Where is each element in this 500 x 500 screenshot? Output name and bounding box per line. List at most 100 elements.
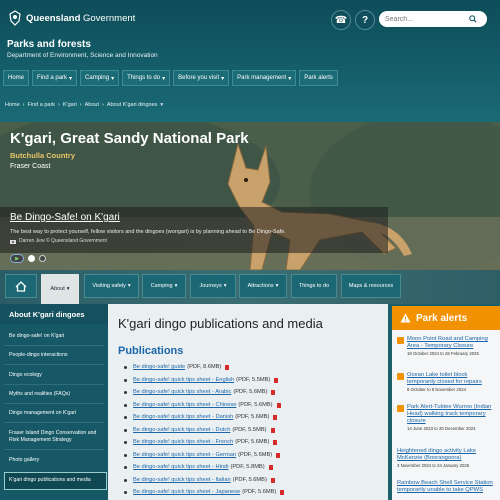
publication-link[interactable]: Be dingo-safe! quick tips sheet - Danish <box>133 414 233 420</box>
play-pause-button[interactable]: ▶ <box>10 254 24 263</box>
sidebar-divider <box>4 449 104 450</box>
bullet <box>124 478 127 482</box>
bullet <box>124 453 127 457</box>
sidebar-divider <box>4 364 104 365</box>
publication-link[interactable]: Be dingo-safe! quick tips sheet - Chines… <box>133 402 236 408</box>
search-icon[interactable] <box>469 15 477 23</box>
pdf-icon <box>280 489 285 495</box>
chevron-down-icon: ▾ <box>288 75 292 82</box>
hero-caption-text: The best way to protect yourself, fellow… <box>10 229 286 235</box>
publication-link[interactable]: Be dingo-safe! quick tips sheet - Hindi <box>133 464 228 470</box>
sidebar-item-ecology[interactable]: Dingo ecology <box>9 372 105 379</box>
sidebar-item-management[interactable]: Dingo management on K'gari <box>9 410 105 417</box>
sidebar-heading[interactable]: About K'gari dingoes <box>0 304 108 324</box>
carousel-dot[interactable] <box>39 255 46 262</box>
alert-item[interactable]: Heightened dingo activity Lake McKenzie … <box>397 448 497 468</box>
subnav-maps-resources[interactable]: Maps & resources <box>341 274 401 298</box>
list-item: Be dingo-safe! quick tips sheet - French… <box>124 439 278 445</box>
chevron-down-icon: ▾ <box>160 102 164 108</box>
park-home-button[interactable] <box>5 274 37 298</box>
search-box[interactable] <box>379 11 487 27</box>
sidebar-divider <box>4 345 104 346</box>
site-subtitle: Department of Environment, Science and I… <box>7 52 158 59</box>
pdf-icon <box>273 439 278 445</box>
publication-link[interactable]: Be dingo-safe! guide <box>133 364 185 370</box>
pdf-icon <box>274 377 279 383</box>
home-icon <box>15 280 27 292</box>
list-item: Be dingo-safe! quick tips sheet - German… <box>124 452 281 458</box>
chevron-down-icon: ▾ <box>223 283 227 289</box>
bullet <box>124 365 127 369</box>
pdf-icon <box>271 389 276 395</box>
nav-things-to-do[interactable]: Things to do ▾ <box>122 70 171 86</box>
sidebar-divider <box>4 384 104 385</box>
list-item: Be dingo-safe! quick tips sheet - Italia… <box>124 477 275 483</box>
sidebar-item-interactions[interactable]: People-dingo interactions <box>9 352 105 359</box>
publication-link[interactable]: Be dingo-safe! quick tips sheet - Italia… <box>133 477 231 483</box>
warning-icon <box>397 337 404 344</box>
sidebar-item-photo-gallery[interactable]: Photo gallery <box>9 457 105 464</box>
hero-title: K'gari, Great Sandy National Park <box>10 130 249 147</box>
publication-link[interactable]: Be dingo-safe! quick tips sheet - German <box>133 452 236 458</box>
publication-link[interactable]: Be dingo-safe! quick tips sheet - French <box>133 439 233 445</box>
bullet <box>124 428 127 432</box>
publication-link[interactable]: Be dingo-safe! quick tips sheet - Englis… <box>133 377 234 383</box>
subnav-camping[interactable]: Camping ▾ <box>142 274 186 298</box>
nav-before-you-visit[interactable]: Before you visit ▾ <box>173 70 230 86</box>
subnav-about[interactable]: About ▾ <box>41 274 79 304</box>
breadcrumb-home[interactable]: Home <box>5 102 20 108</box>
pdf-icon <box>268 464 273 470</box>
sidebar-divider <box>4 403 104 404</box>
sidebar-item-be-dingo-safe[interactable]: Be dingo-safe! on K'gari <box>9 333 105 340</box>
breadcrumb-current[interactable]: About K'gari dingoes <box>107 102 158 108</box>
play-icon: ▶ <box>15 255 19 262</box>
subnav-journeys[interactable]: Journeys ▾ <box>190 274 236 298</box>
carousel-controls: ▶ <box>10 254 46 263</box>
page-title: K'gari dingo publications and media <box>118 316 323 331</box>
breadcrumb-separator: › <box>22 102 25 108</box>
search-input[interactable] <box>385 15 469 23</box>
phone-button[interactable]: ☎ <box>331 10 351 30</box>
subnav-attractions[interactable]: Attractions ▾ <box>239 274 287 298</box>
subnav-things-to-do[interactable]: Things to do <box>291 274 337 298</box>
nav-camping[interactable]: Camping ▾ <box>80 70 120 86</box>
carousel-dot[interactable] <box>28 255 35 262</box>
breadcrumb-find-a-park[interactable]: Find a park <box>28 102 56 108</box>
alert-item[interactable]: Park Alert-Tuktee Wurroo (Indian Head) w… <box>397 404 497 431</box>
section-heading-publications: Publications <box>118 345 184 357</box>
alert-item[interactable]: Moon Point Road and Camping Area - Tempo… <box>397 336 497 356</box>
alert-item[interactable]: Ocean Lake toilet block temporarily clos… <box>397 372 497 392</box>
sidebar-item-publications[interactable]: K'gari dingo publications and media <box>9 477 105 484</box>
bullet <box>124 465 127 469</box>
pdf-icon <box>270 477 275 483</box>
sidebar-item-strategy[interactable]: Fraser Island Dingo Conservation and Ris… <box>9 430 105 444</box>
warning-icon <box>397 373 404 380</box>
nav-park-management[interactable]: Park management ▾ <box>232 70 297 86</box>
pdf-icon <box>276 402 281 408</box>
bullet <box>124 490 127 494</box>
publication-link[interactable]: Be dingo-safe! quick tips sheet - Japane… <box>133 489 240 495</box>
bullet <box>124 403 127 407</box>
list-item: Be dingo-safe! quick tips sheet - Japane… <box>124 489 285 495</box>
breadcrumb: Home › Find a park › K'gari › About › Ab… <box>5 102 163 108</box>
hero-country: Butchulla Country <box>10 151 75 160</box>
brand-text: Queensland Government <box>26 12 136 24</box>
nav-find-a-park[interactable]: Find a park ▾ <box>32 70 78 86</box>
breadcrumb-about[interactable]: About <box>85 102 99 108</box>
help-button[interactable]: ? <box>355 10 375 30</box>
pdf-icon <box>225 364 230 370</box>
nav-park-alerts[interactable]: Park alerts <box>299 70 338 86</box>
breadcrumb-separator: › <box>79 102 82 108</box>
site-title[interactable]: Parks and forests <box>7 39 91 50</box>
nav-home[interactable]: Home <box>3 70 30 86</box>
publication-link[interactable]: Be dingo-safe! quick tips sheet - Arabic <box>133 389 231 395</box>
qld-gov-logo[interactable]: Queensland Government <box>8 10 135 26</box>
pdf-icon <box>276 452 281 458</box>
sidebar-item-myths[interactable]: Myths and realities (FAQs) <box>9 391 105 398</box>
publication-link[interactable]: Be dingo-safe! quick tips sheet - Dutch <box>133 427 230 433</box>
breadcrumb-kgari[interactable]: K'gari <box>63 102 77 108</box>
hero-caption-link[interactable]: Be Dingo-Safe! on K'gari <box>10 212 120 223</box>
alert-item[interactable]: Rainbow Beach Shell Service Station temp… <box>397 480 497 494</box>
bullet <box>124 390 127 394</box>
subnav-visiting-safely[interactable]: Visiting safely ▾ <box>84 274 139 298</box>
